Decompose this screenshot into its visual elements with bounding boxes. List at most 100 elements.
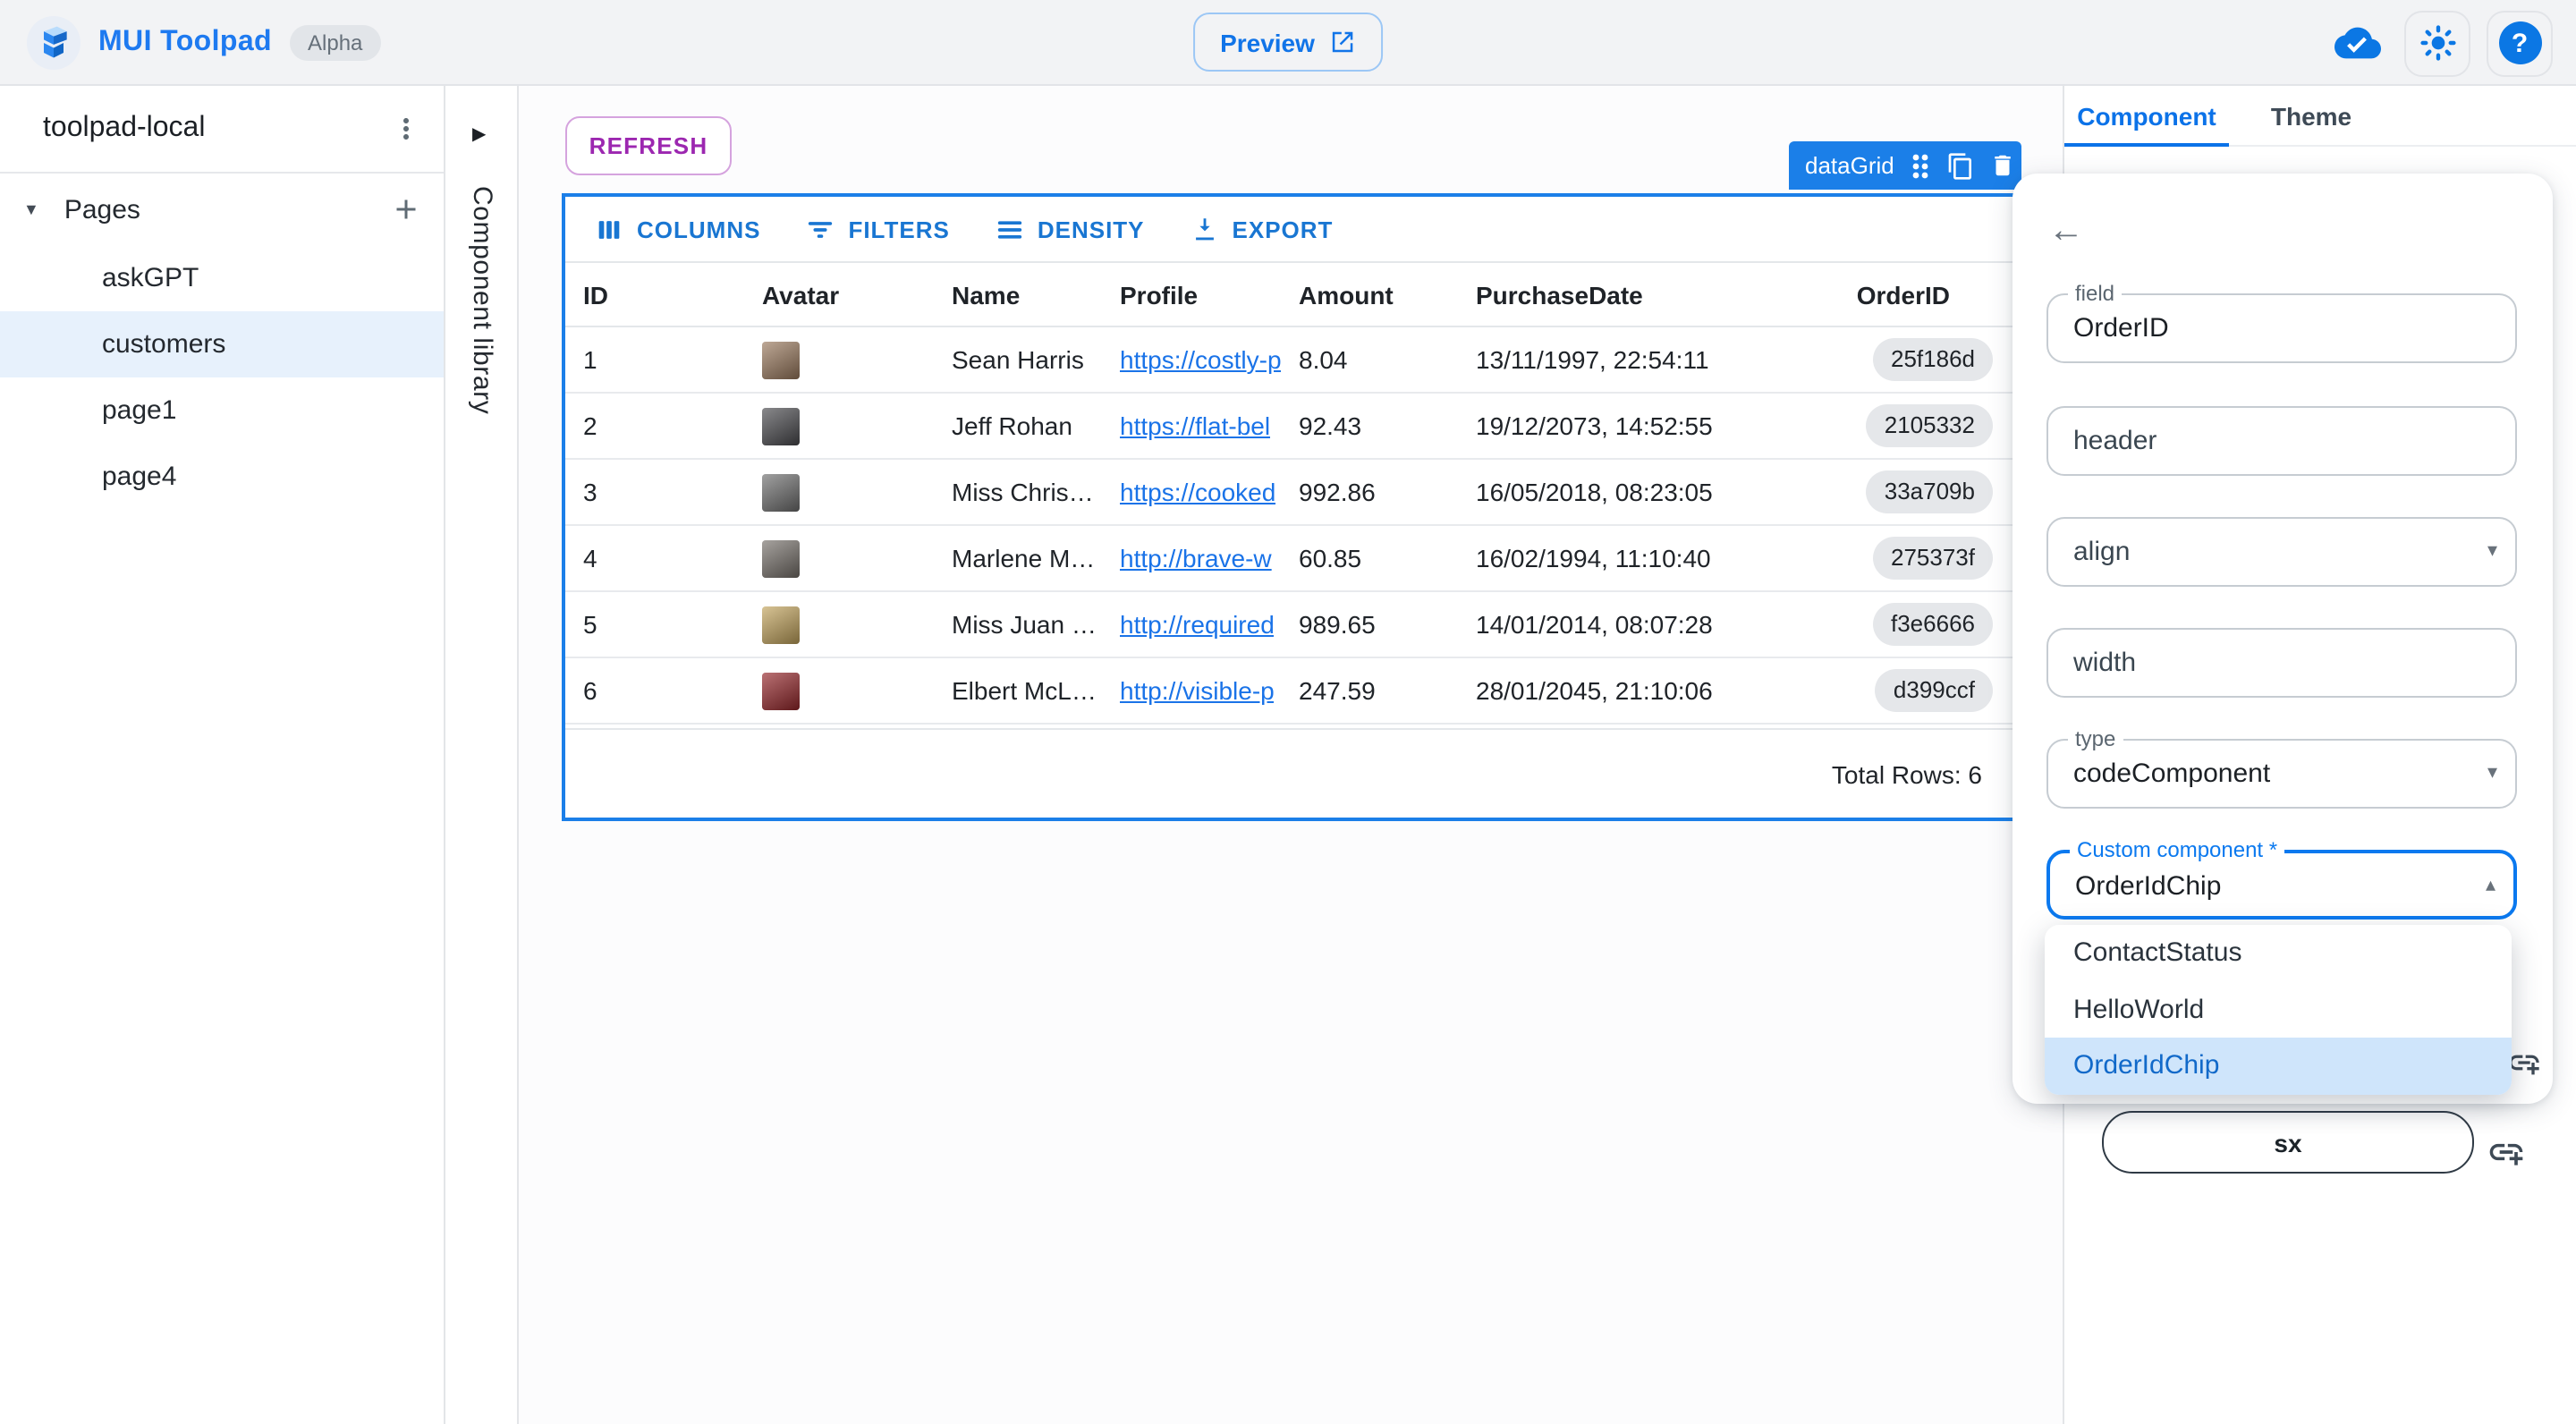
table-row[interactable]: 2 Jeff Rohan https://flat-bel 92.43 19/1…	[565, 394, 2018, 460]
col-header-name[interactable]: Name	[934, 263, 1102, 326]
cell-amount: 92.43	[1281, 394, 1458, 458]
menu-item-helloworld[interactable]: HelloWorld	[2045, 981, 2512, 1038]
sidebar-item-askgpt[interactable]: askGPT	[0, 245, 444, 311]
theme-toggle-button[interactable]	[2404, 10, 2470, 76]
col-header-id[interactable]: ID	[565, 263, 744, 326]
export-button[interactable]: EXPORT	[1179, 207, 1344, 251]
cell-purchase-date: 13/11/1997, 22:54:11	[1458, 327, 1844, 392]
cell-name: Elbert McL…	[934, 658, 1102, 723]
table-row[interactable]: 3 Miss Chris… https://cooked 992.86 16/0…	[565, 460, 2018, 526]
width-input[interactable]: width	[2046, 628, 2517, 698]
col-header-amount[interactable]: Amount	[1281, 263, 1458, 326]
field-input[interactable]: field OrderID	[2046, 293, 2517, 363]
avatar	[762, 407, 800, 445]
sidebar-item-customers[interactable]: customers	[0, 311, 444, 377]
add-binding-icon[interactable]	[2506, 1045, 2542, 1081]
order-id-chip[interactable]: 2105332	[1867, 404, 1993, 447]
sidebar-item-page1[interactable]: page1	[0, 377, 444, 444]
sx-button[interactable]: sx	[2102, 1111, 2474, 1174]
tab-theme[interactable]: Theme	[2229, 86, 2394, 145]
toolpad-logo-icon	[27, 15, 80, 69]
order-id-chip[interactable]: f3e6666	[1873, 603, 1993, 646]
columns-button[interactable]: COLUMNS	[583, 207, 771, 251]
table-row[interactable]: 4 Marlene M… http://brave-w 60.85 16/02/…	[565, 526, 2018, 592]
menu-item-orderidchip[interactable]: OrderIdChip	[2045, 1038, 2512, 1094]
menu-item-contactstatus[interactable]: ContactStatus	[2045, 925, 2512, 981]
type-select[interactable]: type codeComponent ▾	[2046, 739, 2517, 809]
preview-label: Preview	[1220, 28, 1315, 56]
app-header: MUI Toolpad Alpha Preview	[0, 0, 2576, 86]
total-rows-label: Total Rows: 6	[1832, 759, 1982, 788]
table-row[interactable]: 6 Elbert McL… http://visible-p 247.59 28…	[565, 658, 2018, 725]
align-select-label: align	[2073, 519, 2130, 585]
profile-link[interactable]: http://visible-p	[1120, 658, 1275, 723]
cell-order-id: f3e6666	[1844, 592, 2018, 657]
pages-section-label: Pages	[64, 194, 390, 225]
add-binding-icon[interactable]	[2487, 1132, 2526, 1172]
profile-link[interactable]: http://brave-w	[1120, 526, 1272, 590]
profile-link[interactable]: http://required	[1120, 592, 1275, 657]
col-header-orderid[interactable]: OrderID	[1844, 263, 2018, 326]
project-menu-icon[interactable]	[390, 113, 422, 145]
profile-link[interactable]: https://costly-p	[1120, 327, 1281, 392]
custom-component-value: OrderIdChip	[2075, 853, 2221, 920]
grid-footer: Total Rows: 6	[565, 728, 2018, 818]
table-row[interactable]: 5 Miss Juan … http://required 989.65 14/…	[565, 592, 2018, 658]
drag-handle-icon[interactable]	[1909, 151, 1932, 180]
page-canvas: REFRESH dataGrid	[519, 86, 2063, 1424]
chevron-down-icon: ▾	[2487, 741, 2497, 807]
cell-purchase-date: 19/12/2073, 14:52:55	[1458, 394, 1844, 458]
add-page-icon[interactable]	[390, 193, 422, 225]
avatar	[762, 473, 800, 511]
refresh-button[interactable]: REFRESH	[565, 116, 732, 175]
tab-component[interactable]: Component	[2064, 86, 2229, 145]
avatar	[762, 606, 800, 643]
cell-avatar	[744, 658, 934, 723]
collapse-caret-icon[interactable]: ▼	[23, 200, 39, 218]
profile-link[interactable]: https://cooked	[1120, 460, 1275, 524]
profile-link[interactable]: https://flat-bel	[1120, 394, 1270, 458]
align-select[interactable]: align ▾	[2046, 517, 2517, 587]
component-library-rail: ▶ Component library	[445, 86, 519, 1424]
duplicate-icon[interactable]	[1946, 151, 1975, 180]
density-button[interactable]: DENSITY	[984, 207, 1156, 251]
density-icon	[995, 214, 1025, 244]
field-input-value: OrderID	[2073, 295, 2169, 361]
columns-label: COLUMNS	[637, 216, 760, 242]
avatar	[762, 672, 800, 709]
open-in-new-icon	[1329, 29, 1356, 55]
header-input[interactable]: header	[2046, 406, 2517, 476]
expand-library-icon[interactable]: ▶	[472, 125, 486, 145]
col-header-avatar[interactable]: Avatar	[744, 263, 934, 326]
order-id-chip[interactable]: 275373f	[1873, 537, 1993, 580]
col-header-purchasedate[interactable]: PurchaseDate	[1458, 263, 1844, 326]
project-name: toolpad-local	[43, 113, 390, 145]
alpha-badge: Alpha	[290, 24, 380, 60]
cell-name: Jeff Rohan	[934, 394, 1102, 458]
chevron-up-icon: ▴	[2486, 853, 2496, 920]
filters-button[interactable]: FILTERS	[794, 207, 960, 251]
data-grid[interactable]: COLUMNS FILTERS DE	[562, 193, 2021, 821]
cell-avatar	[744, 394, 934, 458]
order-id-chip[interactable]: d399ccf	[1876, 669, 1993, 712]
cell-order-id: d399ccf	[1844, 658, 2018, 723]
cell-purchase-date: 16/02/1994, 11:10:40	[1458, 526, 1844, 590]
custom-component-select[interactable]: Custom component * OrderIdChip ▴	[2046, 850, 2517, 920]
component-library-label: Component library	[467, 186, 497, 414]
preview-button[interactable]: Preview	[1193, 13, 1383, 72]
back-arrow-icon[interactable]: ←	[2048, 213, 2084, 249]
pages-section-row: ▼ Pages	[0, 174, 444, 245]
col-header-profile[interactable]: Profile	[1102, 263, 1281, 326]
cell-amount: 992.86	[1281, 460, 1458, 524]
sidebar-item-page4[interactable]: page4	[0, 444, 444, 510]
cell-order-id: 275373f	[1844, 526, 2018, 590]
order-id-chip[interactable]: 33a709b	[1867, 470, 1993, 513]
help-button[interactable]: ?	[2487, 10, 2553, 76]
table-row[interactable]: 1 Sean Harris https://costly-p 8.04 13/1…	[565, 327, 2018, 394]
delete-icon[interactable]	[1989, 152, 2016, 179]
cell-id: 2	[565, 394, 744, 458]
cell-amount: 60.85	[1281, 526, 1458, 590]
order-id-chip[interactable]: 25f186d	[1873, 338, 1993, 381]
cell-amount: 989.65	[1281, 592, 1458, 657]
toolpad-editor: MUI Toolpad Alpha Preview	[0, 0, 2576, 1424]
